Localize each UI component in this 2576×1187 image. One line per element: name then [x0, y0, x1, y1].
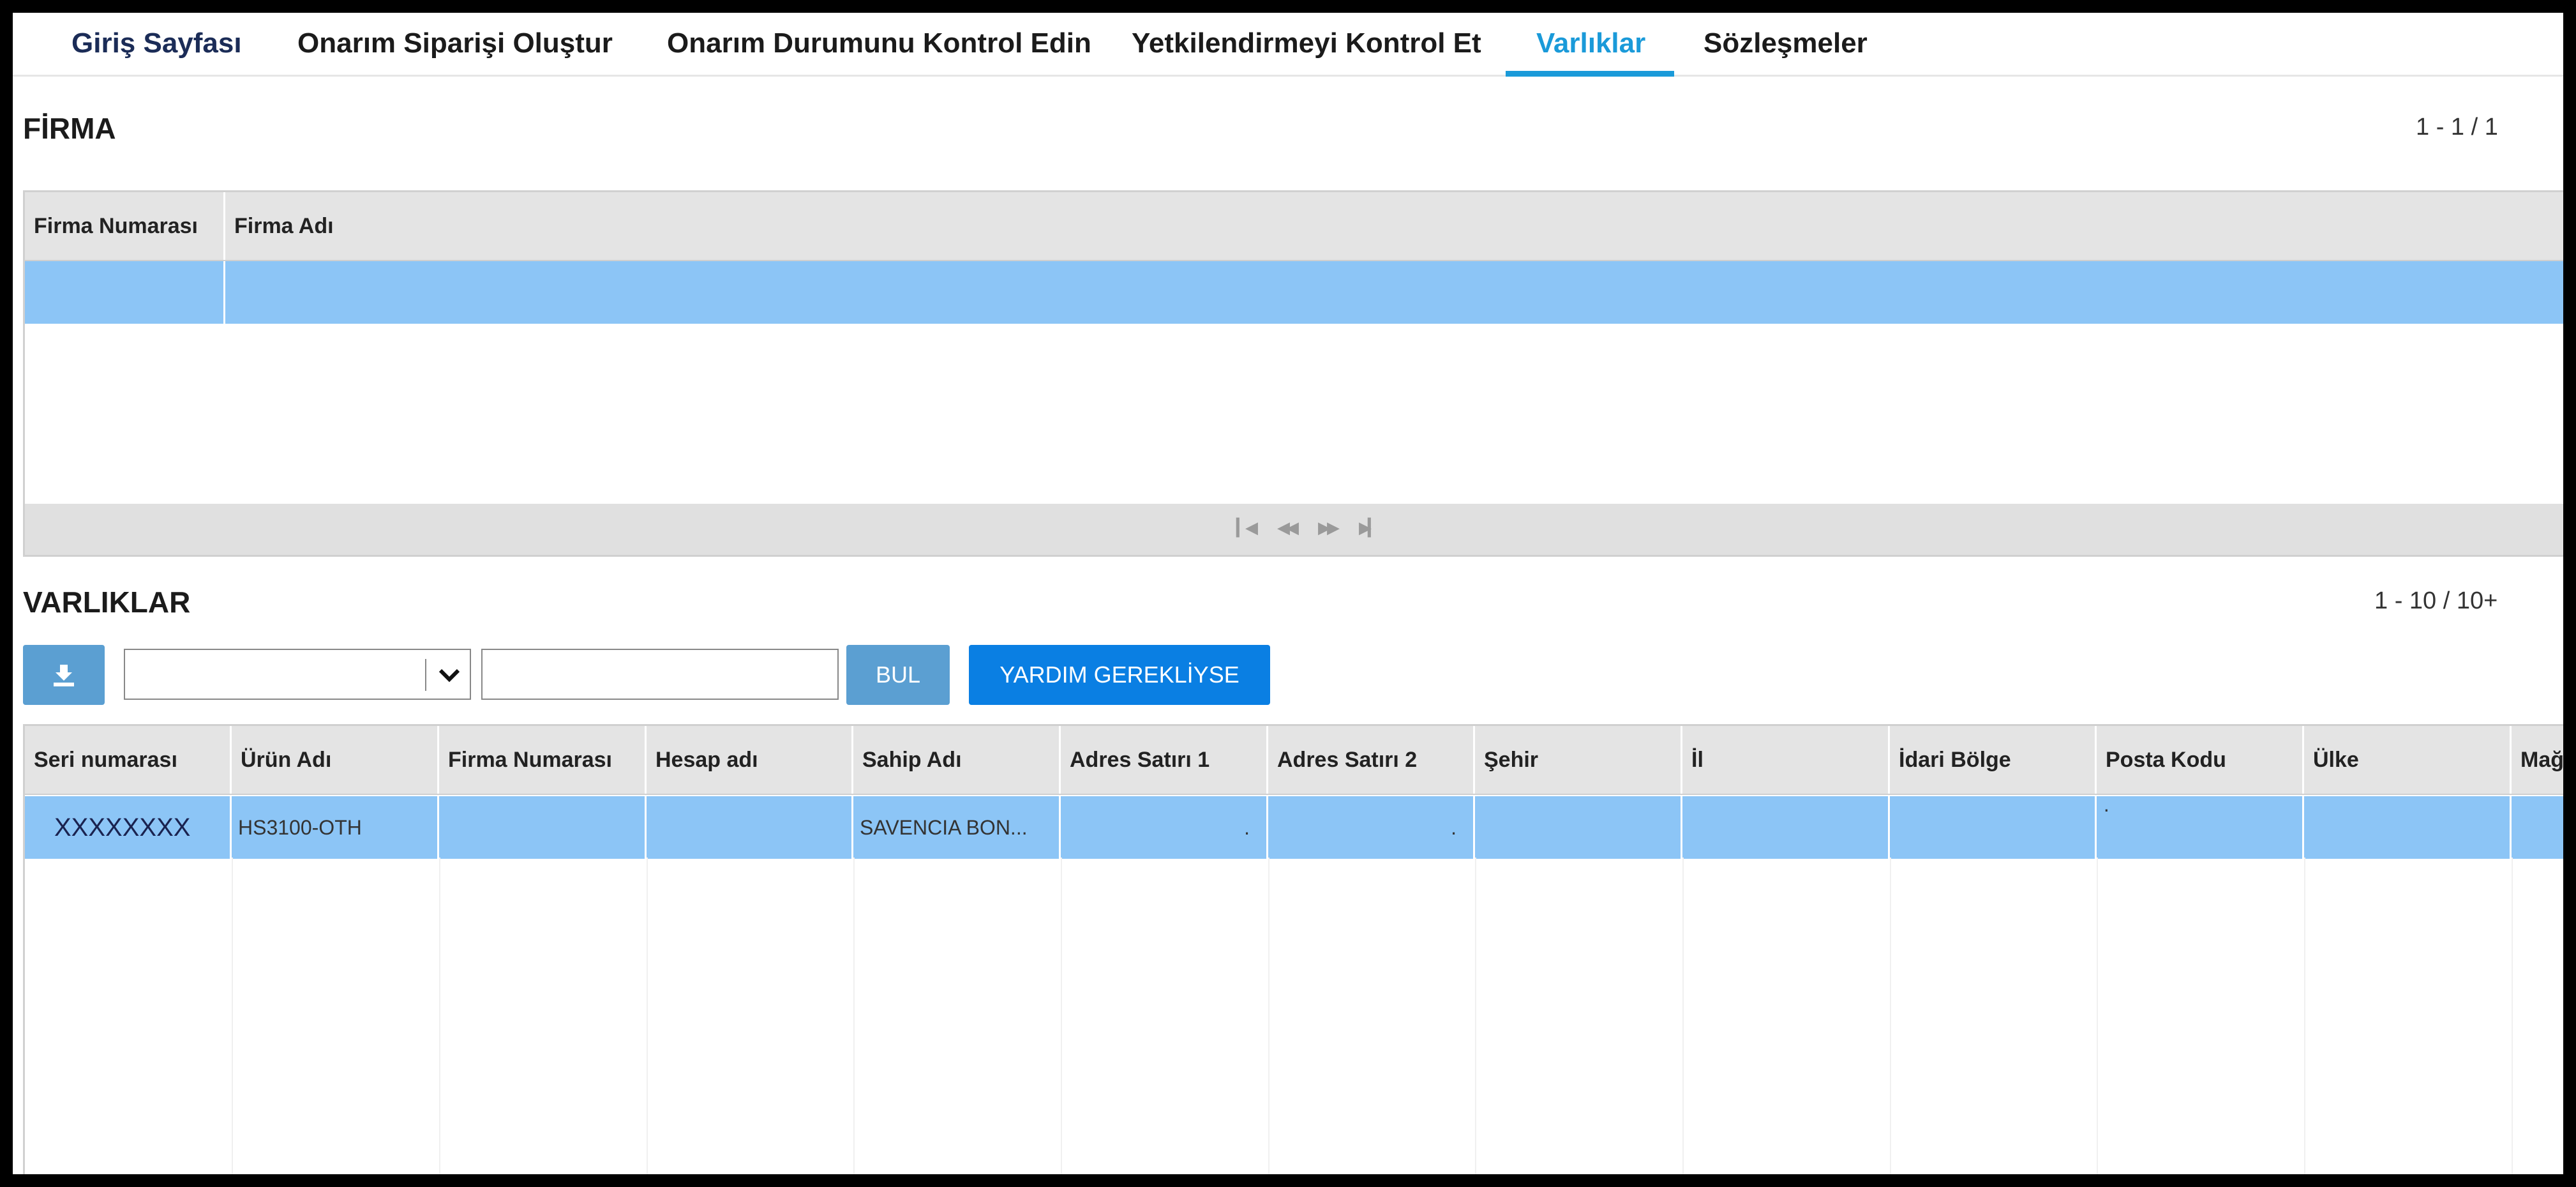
column-divider — [439, 858, 440, 1174]
assets-grid: Seri numarası Ürün Adı Firma Numarası He… — [23, 724, 2563, 1174]
prev-page-icon[interactable]: ◀◀ — [1277, 518, 1299, 538]
cell-admin-region — [1890, 796, 2097, 859]
column-divider — [647, 858, 648, 1174]
cell-account-name — [647, 796, 853, 859]
filter-select[interactable] — [124, 649, 471, 700]
table-row[interactable]: XXXXXXXX HS3100-OTH SAVENCIA BON... . . … — [25, 796, 2563, 859]
column-header-postal-code[interactable]: Posta Kodu — [2097, 726, 2304, 794]
cell-address-line-1: . — [1061, 796, 1268, 859]
last-page-icon[interactable]: ▶▎ — [1359, 518, 1381, 538]
assets-title: VARLIKLAR — [23, 586, 191, 619]
column-divider — [1475, 858, 1476, 1174]
firma-grid-header: Firma Numarası Firma Adı — [25, 192, 2563, 261]
tab-check-repair-status[interactable]: Onarım Durumunu Kontrol Edin — [636, 28, 1122, 77]
column-divider — [232, 858, 233, 1174]
tab-home[interactable]: Giriş Sayfası — [41, 28, 273, 77]
cell-firma-number — [439, 796, 647, 859]
cell-province — [1682, 796, 1890, 859]
table-row[interactable] — [25, 261, 2563, 324]
firma-grid-pager: ▎◀ ◀◀ ▶▶ ▶▎ — [25, 504, 2563, 555]
cell-owner-name: SAVENCIA BON... — [853, 796, 1061, 859]
assets-grid-header: Seri numarası Ürün Adı Firma Numarası He… — [25, 726, 2563, 795]
assets-pager: 1 - 10 / 10+ — [2374, 587, 2498, 614]
download-icon — [54, 665, 74, 686]
firma-pager: 1 - 1 / 1 — [2416, 114, 2498, 140]
chevron-down-icon — [438, 669, 460, 683]
cell-store — [2512, 796, 2563, 859]
column-divider — [2512, 858, 2513, 1174]
cell-serial-number: XXXXXXXX — [25, 796, 232, 859]
first-page-icon[interactable]: ▎◀ — [1236, 518, 1258, 538]
column-divider — [1268, 858, 1269, 1174]
column-divider — [853, 858, 855, 1174]
tab-assets[interactable]: Varlıklar — [1506, 28, 1674, 77]
search-input[interactable] — [481, 649, 839, 700]
column-header-address-line-2[interactable]: Adres Satırı 2 — [1268, 726, 1475, 794]
column-header-product-name[interactable]: Ürün Adı — [232, 726, 439, 794]
firma-grid: Firma Numarası Firma Adı ▎◀ ◀◀ ▶▶ ▶▎ — [23, 190, 2563, 557]
next-page-icon[interactable]: ▶▶ — [1318, 518, 1340, 538]
column-header-firma-name[interactable]: Firma Adı — [225, 192, 2563, 260]
find-button[interactable]: BUL — [846, 645, 950, 705]
cell-firma-name — [225, 261, 2563, 324]
column-header-owner-name[interactable]: Sahip Adı — [853, 726, 1061, 794]
top-navigation: Giriş Sayfası Onarım Siparişi Oluştur On… — [13, 13, 2563, 77]
tab-check-authorization[interactable]: Yetkilendirmeyi Kontrol Et — [1101, 28, 1512, 77]
cell-postal-code: · — [2097, 796, 2304, 859]
download-button[interactable] — [23, 645, 105, 705]
column-header-country[interactable]: Ülke — [2304, 726, 2512, 794]
select-divider — [425, 659, 426, 691]
column-divider — [1890, 858, 1891, 1174]
firma-title: FİRMA — [23, 112, 116, 145]
cell-country — [2304, 796, 2512, 859]
column-divider — [1061, 858, 1062, 1174]
tab-create-repair-order[interactable]: Onarım Siparişi Oluştur — [267, 28, 643, 77]
column-header-address-line-1[interactable]: Adres Satırı 1 — [1061, 726, 1268, 794]
help-needed-button[interactable]: YARDIM GEREKLİYSE — [969, 645, 1270, 705]
page: Giriş Sayfası Onarım Siparişi Oluştur On… — [13, 13, 2563, 1174]
column-header-store[interactable]: Mağ — [2512, 726, 2563, 794]
cell-product-name: HS3100-OTH — [232, 796, 439, 859]
column-header-firma-number[interactable]: Firma Numarası — [25, 192, 225, 260]
column-divider — [2304, 858, 2305, 1174]
column-header-city[interactable]: Şehir — [1475, 726, 1682, 794]
column-divider — [2097, 858, 2098, 1174]
column-divider — [1682, 858, 1684, 1174]
column-header-account-name[interactable]: Hesap adı — [647, 726, 853, 794]
column-header-serial-number[interactable]: Seri numarası — [25, 726, 232, 794]
cell-firma-number — [25, 261, 225, 324]
cell-address-line-2: . — [1268, 796, 1475, 859]
column-header-admin-region[interactable]: İdari Bölge — [1890, 726, 2097, 794]
column-header-firma-number[interactable]: Firma Numarası — [439, 726, 647, 794]
cell-city — [1475, 796, 1682, 859]
column-header-province[interactable]: İl — [1682, 726, 1890, 794]
tab-contracts[interactable]: Sözleşmeler — [1673, 28, 1898, 77]
